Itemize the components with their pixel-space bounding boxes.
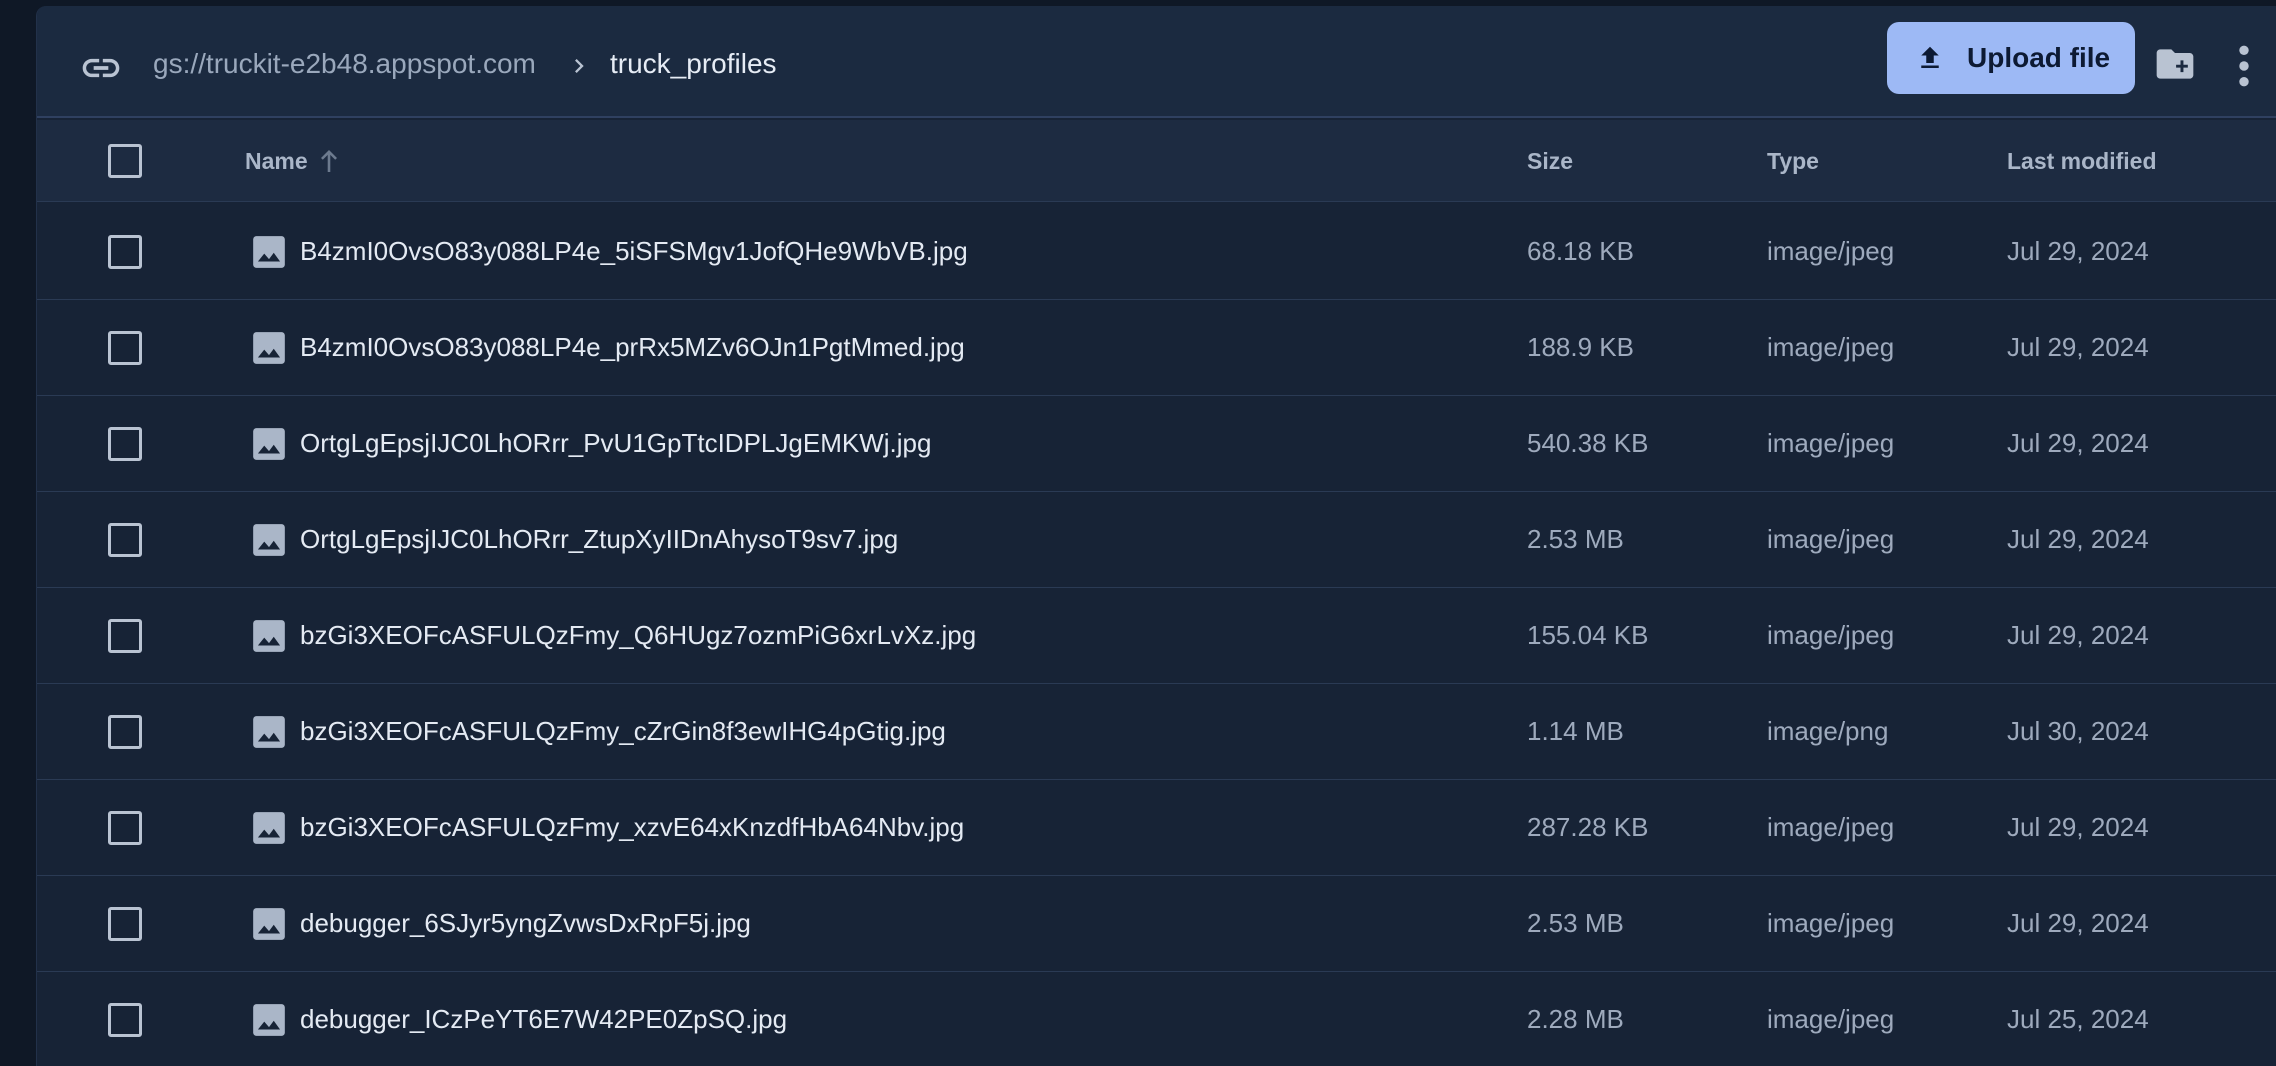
file-type: image/jpeg	[1767, 1004, 1895, 1034]
file-type: image/png	[1767, 716, 1889, 746]
file-last-modified: Jul 29, 2024	[2007, 812, 2149, 842]
header-last-modified[interactable]: Last modified	[2007, 148, 2157, 175]
file-size: 287.28 KB	[1527, 812, 1649, 842]
chevron-right-icon	[575, 59, 584, 73]
table-row[interactable]: B4zmI0OvsO83y088LP4e_5iSFSMgv1JofQHe9WbV…	[37, 204, 2276, 300]
upload-file-button[interactable]: Upload file	[1887, 22, 2135, 94]
image-icon	[250, 809, 288, 847]
file-last-modified: Jul 29, 2024	[2007, 908, 2149, 938]
file-last-modified: Jul 29, 2024	[2007, 332, 2149, 362]
table-row[interactable]: debugger_6SJyr5yngZvwsDxRpF5j.jpg 2.53 MB…	[37, 876, 2276, 972]
file-type: image/jpeg	[1767, 620, 1895, 650]
file-last-modified: Jul 29, 2024	[2007, 620, 2149, 650]
link-icon[interactable]	[79, 46, 123, 90]
table-header: Name Size Type Last modified	[37, 120, 2276, 202]
create-folder-icon[interactable]	[2151, 42, 2199, 86]
file-size: 155.04 KB	[1527, 620, 1649, 650]
row-checkbox[interactable]	[108, 715, 142, 749]
file-size: 188.9 KB	[1527, 332, 1634, 362]
file-type: image/jpeg	[1767, 812, 1895, 842]
arrow-up-icon[interactable]	[319, 148, 339, 174]
table-row[interactable]: bzGi3XEOFcASFULQzFmy_xzvE64xKnzdfHbA64Nb…	[37, 780, 2276, 876]
file-name[interactable]: OrtgLgEpsjIJC0LhORrr_PvU1GpTtcIDPLJgEMKW…	[300, 428, 931, 459]
file-size: 2.53 MB	[1527, 908, 1624, 938]
file-name[interactable]: debugger_ICzPeYT6E7W42PE0ZpSQ.jpg	[300, 1004, 787, 1035]
image-icon	[250, 617, 288, 655]
file-last-modified: Jul 25, 2024	[2007, 1004, 2149, 1034]
breadcrumb-folder[interactable]: truck_profiles	[610, 48, 777, 80]
image-icon	[250, 905, 288, 943]
table-row[interactable]: OrtgLgEpsjIJC0LhORrr_PvU1GpTtcIDPLJgEMKW…	[37, 396, 2276, 492]
file-type: image/jpeg	[1767, 908, 1895, 938]
row-checkbox[interactable]	[108, 619, 142, 653]
table-row[interactable]: bzGi3XEOFcASFULQzFmy_Q6HUgz7ozmPiG6xrLvX…	[37, 588, 2276, 684]
row-checkbox[interactable]	[108, 1003, 142, 1037]
file-type: image/jpeg	[1767, 332, 1895, 362]
toolbar: gs://truckit-e2b48.appspot.com truck_pro…	[37, 6, 2276, 118]
row-checkbox[interactable]	[108, 331, 142, 365]
file-name[interactable]: bzGi3XEOFcASFULQzFmy_xzvE64xKnzdfHbA64Nb…	[300, 812, 964, 843]
table-row[interactable]: debugger_ICzPeYT6E7W42PE0ZpSQ.jpg 2.28 MB…	[37, 972, 2276, 1066]
file-type: image/jpeg	[1767, 524, 1895, 554]
image-icon	[250, 1001, 288, 1039]
upload-file-label: Upload file	[1967, 42, 2111, 73]
row-checkbox[interactable]	[108, 811, 142, 845]
file-last-modified: Jul 29, 2024	[2007, 236, 2149, 266]
file-name[interactable]: bzGi3XEOFcASFULQzFmy_cZrGin8f3ewIHG4pGti…	[300, 716, 946, 747]
header-type[interactable]: Type	[1767, 148, 1819, 175]
image-icon	[250, 713, 288, 751]
file-type: image/jpeg	[1767, 428, 1895, 458]
file-last-modified: Jul 29, 2024	[2007, 428, 2149, 458]
row-checkbox[interactable]	[108, 427, 142, 461]
header-name[interactable]: Name	[245, 148, 308, 175]
row-checkbox[interactable]	[108, 907, 142, 941]
file-size: 2.53 MB	[1527, 524, 1624, 554]
file-last-modified: Jul 30, 2024	[2007, 716, 2149, 746]
image-icon	[250, 425, 288, 463]
file-size: 2.28 MB	[1527, 1004, 1624, 1034]
image-icon	[250, 521, 288, 559]
upload-icon	[1921, 46, 1939, 68]
file-type: image/jpeg	[1767, 236, 1895, 266]
row-checkbox[interactable]	[108, 523, 142, 557]
storage-browser-panel: gs://truckit-e2b48.appspot.com truck_pro…	[36, 6, 2276, 1066]
file-name[interactable]: debugger_6SJyr5yngZvwsDxRpF5j.jpg	[300, 908, 751, 939]
file-size: 1.14 MB	[1527, 716, 1624, 746]
file-name[interactable]: OrtgLgEpsjIJC0LhORrr_ZtupXyIIDnAhysoT9sv…	[300, 524, 898, 555]
table-row[interactable]: OrtgLgEpsjIJC0LhORrr_ZtupXyIIDnAhysoT9sv…	[37, 492, 2276, 588]
table-row[interactable]: bzGi3XEOFcASFULQzFmy_cZrGin8f3ewIHG4pGti…	[37, 684, 2276, 780]
table-row[interactable]: B4zmI0OvsO83y088LP4e_prRx5MZv6OJn1PgtMme…	[37, 300, 2276, 396]
select-all-checkbox[interactable]	[108, 144, 142, 178]
image-icon	[250, 329, 288, 367]
image-icon	[250, 233, 288, 271]
breadcrumb-bucket[interactable]: gs://truckit-e2b48.appspot.com	[153, 48, 536, 80]
more-vertical-icon[interactable]	[2237, 44, 2251, 88]
header-size[interactable]: Size	[1527, 148, 1573, 175]
file-name[interactable]: B4zmI0OvsO83y088LP4e_5iSFSMgv1JofQHe9WbV…	[300, 236, 968, 267]
file-size: 68.18 KB	[1527, 236, 1634, 266]
row-checkbox[interactable]	[108, 235, 142, 269]
file-name[interactable]: bzGi3XEOFcASFULQzFmy_Q6HUgz7ozmPiG6xrLvX…	[300, 620, 976, 651]
file-name[interactable]: B4zmI0OvsO83y088LP4e_prRx5MZv6OJn1PgtMme…	[300, 332, 965, 363]
file-size: 540.38 KB	[1527, 428, 1649, 458]
file-last-modified: Jul 29, 2024	[2007, 524, 2149, 554]
